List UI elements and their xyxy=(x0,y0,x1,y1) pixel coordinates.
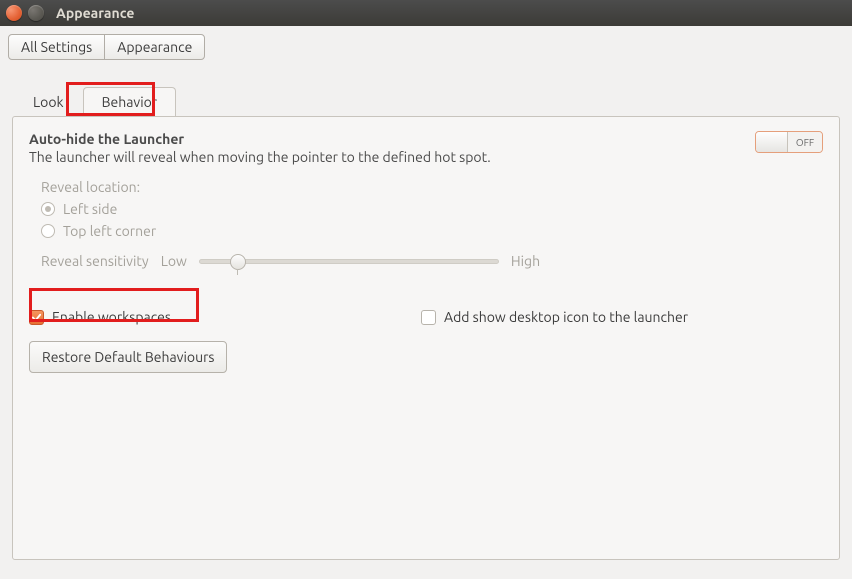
radio-icon xyxy=(41,202,55,216)
checkbox-icon xyxy=(421,310,436,325)
window-close-button[interactable] xyxy=(6,5,22,21)
window-title: Appearance xyxy=(56,5,134,21)
slider-thumb[interactable] xyxy=(230,254,246,270)
window-body: All Settings Appearance Look Behavior Au… xyxy=(0,26,852,572)
autohide-title: Auto-hide the Launcher xyxy=(29,131,491,147)
switch-state-label: OFF xyxy=(788,132,822,152)
breadcrumb: All Settings Appearance xyxy=(8,34,205,60)
breadcrumb-all-settings[interactable]: All Settings xyxy=(9,35,104,59)
show-desktop-icon-checkbox[interactable]: Add show desktop icon to the launcher xyxy=(421,309,688,325)
reveal-location-group: Reveal location: Left side Top left corn… xyxy=(41,179,823,269)
radio-icon xyxy=(41,224,55,238)
autohide-switch[interactable]: OFF xyxy=(755,131,823,153)
slider-high-label: High xyxy=(511,253,540,269)
checkbox-icon xyxy=(29,310,44,325)
reveal-sensitivity-label: Reveal sensitivity xyxy=(41,253,149,269)
tab-look[interactable]: Look xyxy=(14,87,83,117)
autohide-header: Auto-hide the Launcher The launcher will… xyxy=(29,131,823,165)
reveal-sensitivity-slider[interactable] xyxy=(199,259,499,264)
reveal-sensitivity-row: Reveal sensitivity Low High xyxy=(41,253,823,269)
behavior-pane: Auto-hide the Launcher The launcher will… xyxy=(12,116,840,560)
checks-row: Enable workspaces Add show desktop icon … xyxy=(29,309,823,325)
slider-notch xyxy=(237,269,238,275)
reveal-left-side-radio[interactable]: Left side xyxy=(41,201,823,217)
window-minimize-button[interactable] xyxy=(28,5,44,21)
restore-default-button[interactable]: Restore Default Behaviours xyxy=(29,341,227,373)
tabs-row: Look Behavior xyxy=(14,86,844,116)
tab-behavior[interactable]: Behavior xyxy=(83,87,177,117)
reveal-location-heading: Reveal location: xyxy=(41,179,823,195)
show-desktop-icon-label: Add show desktop icon to the launcher xyxy=(444,309,688,325)
enable-workspaces-label: Enable workspaces xyxy=(52,309,171,325)
reveal-top-left-label: Top left corner xyxy=(63,223,156,239)
window-titlebar: Appearance xyxy=(0,0,852,26)
reveal-left-side-label: Left side xyxy=(63,201,117,217)
enable-workspaces-checkbox[interactable]: Enable workspaces xyxy=(29,309,171,325)
breadcrumb-current[interactable]: Appearance xyxy=(104,35,204,59)
switch-thumb xyxy=(756,132,788,152)
autohide-subtitle: The launcher will reveal when moving the… xyxy=(29,149,491,165)
slider-low-label: Low xyxy=(161,253,187,269)
reveal-top-left-radio[interactable]: Top left corner xyxy=(41,223,823,239)
